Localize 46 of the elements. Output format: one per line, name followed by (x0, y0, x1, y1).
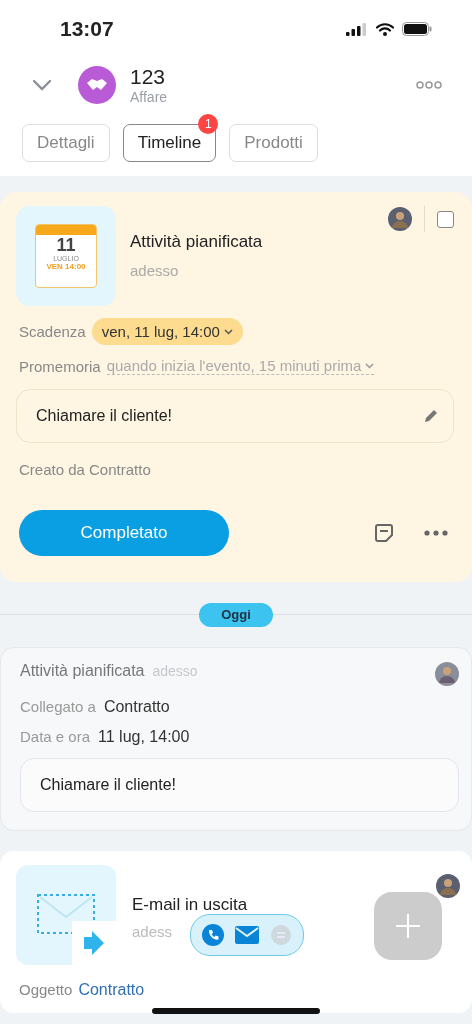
status-time: 13:07 (60, 17, 114, 41)
phone-icon[interactable] (202, 924, 225, 946)
deal-title: 123 (130, 65, 167, 89)
calendar-day: 11 (56, 235, 76, 255)
calendar-time: VEN 14:00 (46, 262, 86, 271)
checkbox[interactable] (437, 210, 454, 228)
deadline-dropdown[interactable]: ven, 11 lug, 14:00 (91, 318, 243, 345)
history-title: Attività pianificata (20, 662, 145, 680)
more-icon[interactable] (416, 81, 442, 89)
subject-link[interactable]: Contratto (78, 981, 145, 999)
caret-icon (365, 362, 375, 369)
tab[interactable]: Prodotti (229, 124, 318, 162)
field-label: Promemoria (19, 357, 101, 375)
email-icon (16, 865, 116, 965)
field-label: Oggetto (19, 981, 73, 998)
email-time: adess (132, 923, 173, 940)
pencil-icon[interactable] (423, 408, 439, 424)
wifi-icon (376, 22, 394, 36)
avatar (436, 874, 460, 898)
deal-type: Affare (130, 89, 169, 105)
tab[interactable]: Dettagli (22, 124, 110, 162)
field-label: Scadenza (19, 323, 86, 340)
mail-icon[interactable] (235, 926, 259, 944)
field-label: Collegato a (20, 698, 96, 715)
date-divider-label: Oggi (199, 603, 273, 627)
plus-icon (395, 913, 421, 939)
battery-icon (402, 22, 432, 36)
count-badge: 1 (198, 114, 219, 134)
field-value: 11 lug, 14:00 (98, 728, 190, 746)
field-value: Contratto (103, 698, 170, 716)
caret-icon (223, 328, 233, 335)
calendar-header (36, 225, 96, 235)
created-by-text: Creato da Contratto (19, 461, 152, 478)
note-icon[interactable] (374, 523, 394, 543)
avatar (388, 207, 412, 231)
chevron-down-icon[interactable] (32, 79, 52, 91)
more-icon[interactable] (424, 530, 448, 536)
note-box: Chiamare il cliente! (20, 758, 459, 812)
activity-title: Attività pianificata (130, 232, 264, 252)
note-box[interactable]: Chiamare il cliente! (16, 389, 454, 443)
activity-time: adesso (130, 262, 180, 279)
email-title: E-mail in uscita (132, 895, 248, 915)
field-label: Data e ora (20, 728, 91, 745)
complete-button[interactable]: Completato (19, 510, 229, 556)
avatar (435, 662, 459, 686)
signal-icon (346, 22, 368, 36)
